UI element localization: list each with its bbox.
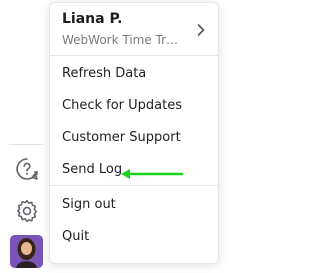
menu-item-send-log[interactable]: Send Log	[62, 162, 122, 177]
menu-item-customer-support[interactable]: Customer Support	[62, 130, 181, 145]
app-subtitle: WebWork Time Tracker	[62, 33, 184, 47]
annotation-arrow	[120, 165, 184, 179]
profile-row[interactable]: Liana P. WebWork Time Tracker	[50, 3, 218, 55]
chevron-right-icon	[195, 22, 207, 36]
menu-item-check-for-updates[interactable]: Check for Updates	[62, 98, 182, 113]
user-name: Liana P.	[62, 11, 123, 27]
menu-item-refresh-data[interactable]: Refresh Data	[62, 66, 146, 81]
help-chat-icon[interactable]	[14, 156, 40, 182]
account-menu: Liana P. WebWork Time Tracker Refresh Da…	[49, 2, 219, 264]
menu-divider	[50, 55, 218, 56]
menu-item-sign-out[interactable]: Sign out	[62, 197, 116, 212]
menu-item-quit[interactable]: Quit	[62, 229, 89, 244]
menu-divider	[50, 185, 218, 186]
sidebar-divider	[9, 144, 43, 145]
gear-icon[interactable]	[14, 198, 40, 224]
app-sidebar	[0, 0, 48, 273]
avatar[interactable]	[10, 235, 43, 268]
